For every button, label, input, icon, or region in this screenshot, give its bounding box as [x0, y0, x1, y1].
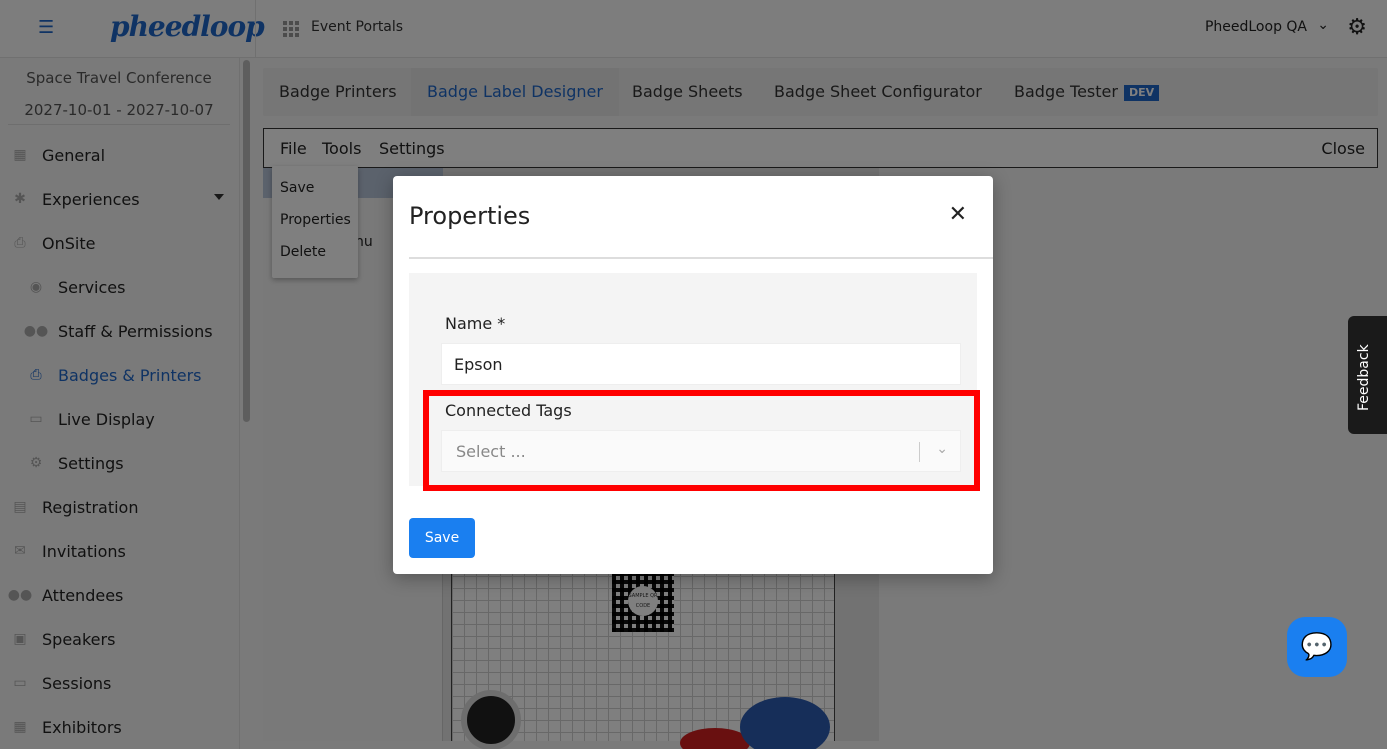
- chat-icon[interactable]: 💬: [1287, 617, 1347, 677]
- highlight-box: [423, 390, 980, 491]
- properties-modal: Properties ✕ Name * Connected Tags Selec…: [393, 176, 993, 574]
- modal-divider: [409, 257, 993, 259]
- feedback-tab[interactable]: Feedback: [1348, 316, 1387, 434]
- close-icon[interactable]: ✕: [949, 204, 967, 226]
- save-button[interactable]: Save: [409, 518, 475, 558]
- name-field[interactable]: [441, 343, 961, 385]
- feedback-label: Feedback: [1356, 344, 1372, 411]
- modal-title: Properties: [409, 202, 531, 230]
- name-label: Name *: [445, 314, 506, 333]
